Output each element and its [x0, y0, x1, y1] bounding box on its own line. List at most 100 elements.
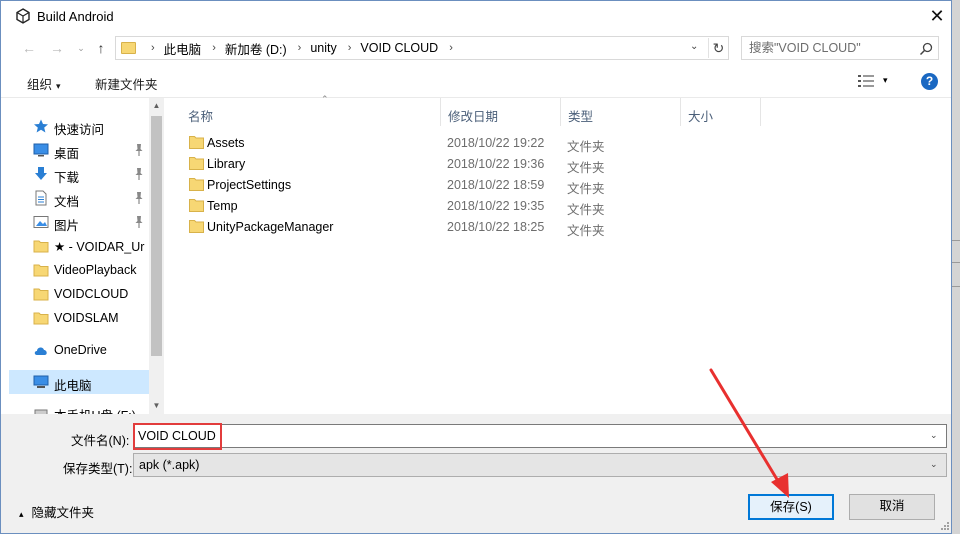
sort-ascending-icon: ⌃: [321, 94, 329, 104]
background-window-edge: [952, 0, 960, 534]
view-options-icon[interactable]: [858, 75, 874, 87]
chevron-down-icon[interactable]: ⌄: [930, 430, 938, 441]
view-menu-caret[interactable]: ▾: [883, 75, 888, 86]
sidebar-item-voidar-folder[interactable]: ★ - VOIDAR_Ur: [9, 234, 149, 258]
navigation-scrollbar[interactable]: ▲ ▼: [149, 98, 164, 414]
folder-icon: [33, 312, 49, 325]
scroll-thumb[interactable]: [151, 116, 162, 356]
title-bar: Build Android ✕: [1, 1, 951, 32]
chevron-down-icon: ⌄: [930, 459, 938, 469]
scroll-up-button[interactable]: ▲: [149, 98, 164, 114]
table-row[interactable]: Library 2018/10/22 19:36 文件夹: [181, 153, 941, 175]
cancel-button[interactable]: 取消: [849, 494, 935, 520]
pin-icon: [133, 167, 145, 181]
hide-folders-toggle[interactable]: ▴ 隐藏文件夹: [19, 502, 94, 521]
filetype-select[interactable]: apk (*.apk) ⌄: [133, 453, 947, 477]
forward-button[interactable]: →: [47, 40, 67, 58]
table-row[interactable]: UnityPackageManager 2018/10/22 18:25 文件夹: [181, 216, 941, 238]
column-header-date[interactable]: 修改日期: [441, 98, 561, 126]
breadcrumb-item-this-pc[interactable]: 此电脑: [164, 39, 202, 58]
computer-icon: [33, 375, 49, 388]
sidebar-item-label: VideoPlayback: [54, 263, 137, 277]
address-bar[interactable]: › 此电脑 › 新加卷 (D:) › unity › VOID CLOUD › …: [115, 36, 729, 60]
close-button[interactable]: ✕: [923, 5, 951, 29]
resize-grip-icon[interactable]: [939, 520, 949, 530]
up-button[interactable]: ↑: [91, 40, 111, 58]
folder-icon: [189, 136, 204, 149]
column-header-size[interactable]: 大小: [681, 98, 761, 126]
folder-icon: [33, 288, 49, 301]
save-button[interactable]: 保存(S): [748, 494, 834, 520]
sidebar-item-onedrive[interactable]: OneDrive: [9, 338, 149, 362]
breadcrumb-item-drive-d[interactable]: 新加卷 (D:): [225, 39, 287, 58]
column-header-name[interactable]: 名称 ⌃: [181, 94, 441, 126]
sidebar-item-pictures[interactable]: 图片: [9, 210, 149, 234]
filetype-value: apk (*.apk): [139, 458, 200, 472]
back-button[interactable]: ←: [19, 40, 39, 58]
chevron-down-icon[interactable]: ⌄: [690, 41, 698, 52]
sidebar-item-desktop[interactable]: 桌面: [9, 138, 149, 162]
file-date: 2018/10/22 18:25: [447, 220, 545, 234]
breadcrumb-item-void-cloud[interactable]: VOID CLOUD: [360, 41, 438, 55]
breadcrumb-separator[interactable]: ›: [449, 42, 453, 54]
file-date: 2018/10/22 19:35: [447, 199, 545, 213]
sidebar-item-voidcloud[interactable]: VOIDCLOUD: [9, 282, 149, 306]
unity-icon: [16, 8, 30, 24]
breadcrumb-separator[interactable]: ›: [212, 42, 216, 54]
file-name: Temp: [207, 199, 238, 213]
new-folder-button[interactable]: 新建文件夹: [95, 74, 158, 93]
sidebar-item-label: 快速访问: [54, 123, 105, 137]
breadcrumb-separator: ›: [151, 42, 155, 54]
command-bar: 组织 ▾ 新建文件夹 ▾ ?: [1, 64, 951, 98]
sidebar-item-label: 本手机U盘 (F:): [54, 405, 149, 414]
column-header-label: 大小: [688, 110, 714, 124]
table-row[interactable]: Assets 2018/10/22 19:22 文件夹: [181, 132, 941, 154]
scroll-down-button[interactable]: ▼: [149, 398, 164, 414]
table-row[interactable]: Temp 2018/10/22 19:35 文件夹: [181, 195, 941, 217]
search-icon[interactable]: [918, 41, 934, 57]
sidebar-item-label: OneDrive: [54, 343, 107, 357]
breadcrumb-separator[interactable]: ›: [348, 42, 352, 54]
file-list: 名称 ⌃ 修改日期 类型 大小 Assets 2018/10/22 19:22 …: [165, 94, 951, 414]
filename-combobox: ⌄: [133, 424, 947, 448]
file-date: 2018/10/22 19:36: [447, 157, 545, 171]
sidebar-item-label: VOIDCLOUD: [54, 287, 129, 301]
download-icon: [35, 167, 47, 180]
sidebar-item-downloads[interactable]: 下载: [9, 162, 149, 186]
file-date: 2018/10/22 18:59: [447, 178, 545, 192]
drive-icon: [34, 409, 48, 414]
organize-button[interactable]: 组织 ▾: [27, 74, 61, 93]
column-header-label: 修改日期: [448, 110, 499, 124]
folder-icon: [189, 178, 204, 191]
filetype-label: 保存类型(T):: [63, 462, 133, 476]
recent-locations-button[interactable]: ⌄: [71, 40, 91, 58]
sidebar-item-this-pc[interactable]: 此电脑: [9, 370, 149, 394]
sidebar-item-videoplayback[interactable]: VideoPlayback: [9, 258, 149, 282]
sidebar-item-label: VOIDSLAM: [54, 311, 119, 325]
filename-input[interactable]: [134, 425, 924, 447]
refresh-button[interactable]: ↻: [708, 38, 728, 58]
sidebar-item-voidslam[interactable]: VOIDSLAM: [9, 306, 149, 330]
navigation-pane: 快速访问 桌面 下载 文档 图片 ★ - VOIDAR_Ur VideoPlay…: [1, 98, 165, 414]
save-dialog: Build Android ✕ ← → ⌄ ↑ › 此电脑 › 新加卷 (D:)…: [0, 0, 952, 534]
pin-icon: [133, 215, 145, 229]
help-button[interactable]: ?: [921, 73, 938, 90]
star-icon: [34, 119, 48, 133]
sidebar-item-quick-access[interactable]: 快速访问: [9, 114, 149, 138]
hide-folders-label: 隐藏文件夹: [31, 506, 95, 520]
folder-icon: [189, 220, 204, 233]
sidebar-item-label: 此电脑: [54, 379, 92, 393]
breadcrumb-separator[interactable]: ›: [298, 42, 302, 54]
breadcrumb-item-unity[interactable]: unity: [310, 41, 336, 55]
sidebar-item-documents[interactable]: 文档: [9, 186, 149, 210]
search-input[interactable]: [742, 37, 912, 59]
column-header-label: 名称: [188, 110, 214, 124]
table-row[interactable]: ProjectSettings 2018/10/22 18:59 文件夹: [181, 174, 941, 196]
folder-icon: [189, 199, 204, 212]
sidebar-item-label: ★ - VOIDAR_Ur: [54, 240, 145, 254]
document-icon: [35, 190, 47, 206]
sidebar-item-usb-drive[interactable]: 本手机U盘 (F:): [9, 400, 149, 414]
search-box: [741, 36, 939, 60]
folder-icon: [121, 42, 136, 54]
column-header-type[interactable]: 类型: [561, 98, 681, 126]
